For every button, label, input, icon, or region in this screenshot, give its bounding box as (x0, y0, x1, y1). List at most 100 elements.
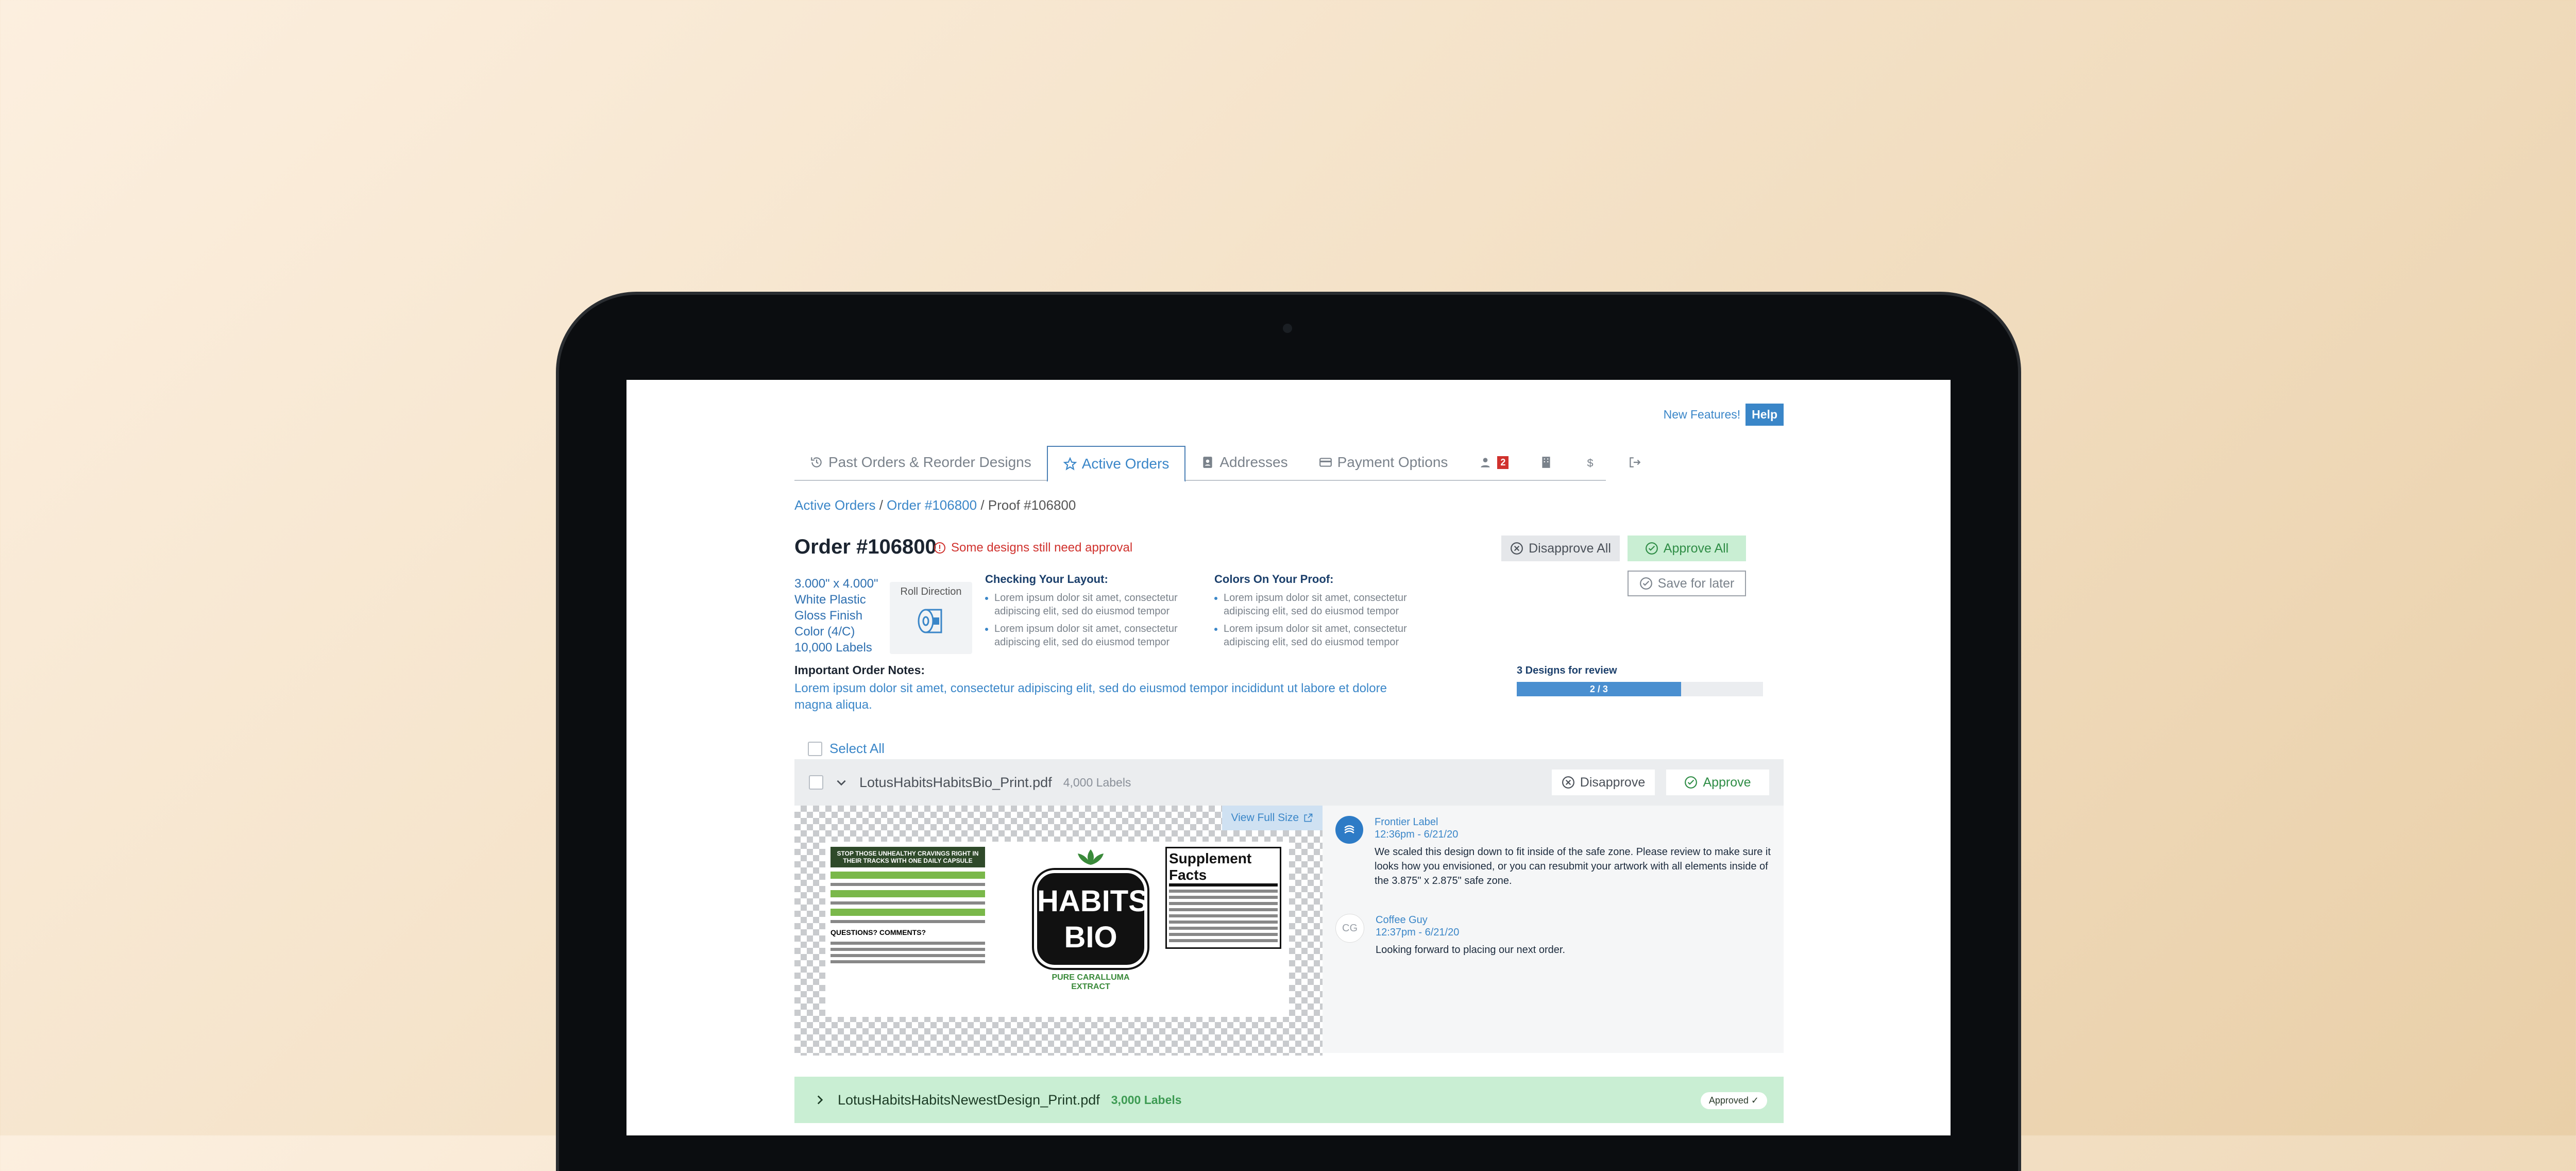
address-book-icon (1203, 457, 1212, 468)
approval-warning: Some designs still need approval (934, 541, 1132, 555)
building-icon (1542, 457, 1551, 468)
supplement-facts-title: Supplement Facts (1169, 850, 1278, 886)
disapprove-all-button[interactable]: Disapprove All (1501, 536, 1620, 561)
label-tagline: STOP THOSE UNHEALTHY CRAVINGS RIGHT IN T… (831, 847, 985, 867)
chevron-right-icon[interactable] (813, 1093, 826, 1107)
design-card-header: LotusHabitsHabitsBio_Print.pdf 4,000 Lab… (794, 759, 1784, 806)
label-text-line (831, 948, 985, 951)
label-brand-panel: HABITS BIO PURE CARALLUMA EXTRACT (1031, 847, 1150, 992)
user-count-badge: 2 (1497, 456, 1509, 469)
colors-title: Colors On Your Proof: (1214, 573, 1334, 586)
x-circle-icon (1511, 542, 1523, 555)
chevron-down-icon[interactable] (835, 776, 848, 789)
checking-layout-title: Checking Your Layout: (985, 573, 1108, 586)
comment: CG Coffee Guy 12:37pm - 6/21/20 Looking … (1335, 914, 1778, 957)
label-extract-text: PURE CARALLUMA EXTRACT (1052, 973, 1130, 991)
spec-size: 3.000" x 4.000" (794, 577, 878, 591)
label-highlight (831, 872, 985, 879)
page-title: Order #106800 (794, 536, 937, 558)
design-label-count: 4,000 Labels (1063, 775, 1131, 789)
save-check-icon (1639, 577, 1652, 590)
tab-logout[interactable] (1613, 446, 1657, 479)
colors-item: Lorem ipsum dolor sit amet, consectetur … (1224, 591, 1431, 618)
approve-all-label: Approve All (1663, 541, 1729, 556)
comment-author: Frontier Label (1375, 816, 1438, 828)
notes-text: Lorem ipsum dolor sit amet, consectetur … (794, 681, 1387, 712)
new-features-link[interactable]: New Features! (1664, 408, 1741, 422)
label-text-line (831, 954, 985, 957)
label-text-line (831, 901, 985, 905)
label-text-line (1169, 921, 1278, 924)
approve-button[interactable]: Approve (1666, 769, 1769, 795)
breadcrumb-active-orders[interactable]: Active Orders (794, 497, 876, 513)
label-highlight (831, 909, 985, 916)
select-all[interactable]: Select All (808, 741, 885, 757)
check-circle-icon (1645, 542, 1658, 555)
colors-item: Lorem ipsum dolor sit amet, consectetur … (1224, 622, 1431, 649)
alert-circle-icon (934, 542, 945, 554)
breadcrumb: Active Orders / Order #106800 / Proof #1… (794, 497, 1076, 513)
svg-text:$: $ (1587, 457, 1594, 469)
tab-company[interactable] (1524, 446, 1568, 479)
label-text-line (1169, 927, 1278, 930)
order-specs: 3.000" x 4.000" White Plastic Gloss Fini… (794, 576, 878, 656)
label-brand-logo: HABITS BIO (1034, 870, 1148, 968)
design-filename: LotusHabitsHabitsBio_Print.pdf (859, 774, 1052, 790)
tab-payment-options[interactable]: Payment Options (1303, 446, 1464, 479)
credit-card-icon (1319, 458, 1332, 467)
spec-finish: Gloss Finish (794, 609, 863, 623)
review-progress-fill: 2 / 3 (1517, 682, 1681, 696)
comment-thread: Frontier Label 12:36pm - 6/21/20 We scal… (1335, 816, 1778, 983)
design-card-approved[interactable]: LotusHabitsHabitsNewestDesign_Print.pdf … (794, 1077, 1784, 1123)
tab-active-orders[interactable]: Active Orders (1046, 446, 1186, 482)
breadcrumb-separator: / (875, 497, 887, 513)
history-icon (811, 457, 822, 467)
avatar (1335, 816, 1363, 844)
screen: New Features! Help Past Orders & Reorder… (626, 380, 1951, 1135)
tab-label: Past Orders & Reorder Designs (828, 454, 1031, 470)
proof-preview: View Full Size STOP THOSE UNHEALTHY CRAV… (794, 806, 1323, 1056)
label-questions: QUESTIONS? COMMENTS? (831, 928, 926, 936)
roll-direction-label: Roll Direction (900, 586, 962, 597)
select-all-checkbox[interactable] (808, 741, 822, 756)
disapprove-button[interactable]: Disapprove (1552, 769, 1655, 795)
checking-item: Lorem ipsum dolor sit amet, consectetur … (994, 622, 1201, 649)
header-links: New Features! Help (1664, 404, 1784, 426)
notes-title: Important Order Notes: (794, 663, 925, 677)
checking-layout: Checking Your Layout: Lorem ipsum dolor … (985, 573, 1201, 653)
label-text-line (1169, 902, 1278, 905)
design-checkbox[interactable] (809, 775, 823, 790)
tab-addresses[interactable]: Addresses (1185, 446, 1303, 479)
approve-label: Approve (1703, 775, 1751, 790)
view-full-size-button[interactable]: View Full Size (1222, 806, 1323, 830)
status-badge: Approved ✓ (1700, 1092, 1767, 1109)
tab-users[interactable]: 2 (1463, 446, 1524, 479)
select-all-label: Select All (829, 741, 885, 756)
disapprove-all-label: Disapprove All (1529, 541, 1611, 556)
external-link-icon (1304, 813, 1313, 822)
breadcrumb-order[interactable]: Order #106800 (887, 497, 977, 513)
help-button[interactable]: Help (1745, 404, 1784, 426)
spec-material: White Plastic (794, 593, 866, 607)
x-circle-icon (1562, 776, 1574, 789)
webcam (1283, 324, 1292, 333)
approve-all-button[interactable]: Approve All (1628, 536, 1746, 561)
view-full-size-label: View Full Size (1231, 812, 1299, 824)
label-text-line (1169, 896, 1278, 899)
frontier-logo-icon (1344, 825, 1354, 834)
tab-billing[interactable]: $ (1568, 446, 1613, 479)
supplement-facts-panel: Supplement Facts (1165, 847, 1281, 949)
label-text-line (831, 960, 985, 963)
label-text-line (1169, 933, 1278, 936)
tab-past-orders[interactable]: Past Orders & Reorder Designs (794, 446, 1047, 479)
tab-label: Active Orders (1081, 456, 1170, 472)
label-left-panel: STOP THOSE UNHEALTHY CRAVINGS RIGHT IN T… (831, 847, 985, 966)
dollar-icon: $ (1587, 457, 1594, 469)
label-text-line (831, 920, 985, 923)
label-highlight (831, 890, 985, 897)
roll-direction-icon (918, 609, 942, 633)
save-for-later-button[interactable]: Save for later (1628, 571, 1746, 596)
warning-text: Some designs still need approval (951, 541, 1133, 555)
design-filename: LotusHabitsHabitsNewestDesign_Print.pdf (838, 1092, 1100, 1108)
user-icon (1481, 458, 1490, 467)
